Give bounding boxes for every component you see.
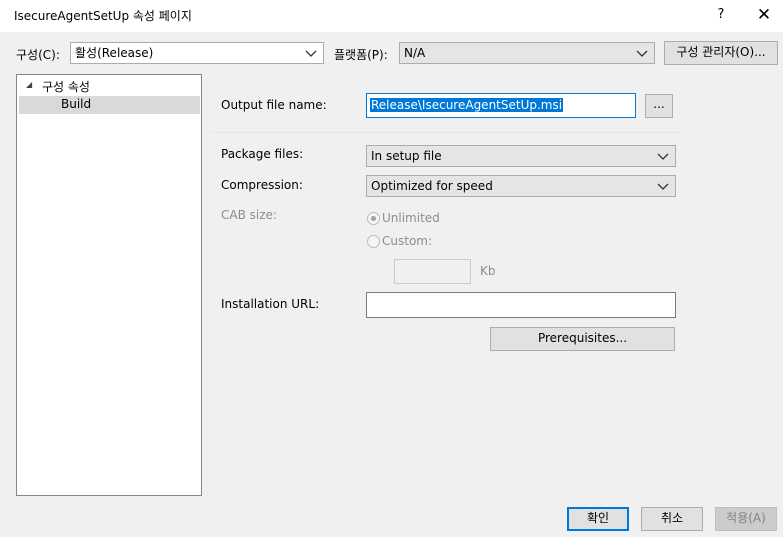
ok-button[interactable]: 확인 xyxy=(567,507,629,531)
section-divider xyxy=(210,132,682,133)
tree-selection-highlight xyxy=(19,96,200,114)
installation-url-label: Installation URL: xyxy=(221,297,320,311)
configuration-value: 활성(Release) xyxy=(75,46,154,60)
compression-value: Optimized for speed xyxy=(371,179,493,193)
installation-url-input[interactable] xyxy=(366,292,676,318)
custom-size-input[interactable] xyxy=(394,259,471,284)
platform-dropdown[interactable]: N/A xyxy=(399,42,655,64)
close-button[interactable]: ✕ xyxy=(752,3,776,27)
apply-button[interactable]: 적용(A) xyxy=(715,507,777,531)
chevron-down-icon xyxy=(657,183,669,190)
unlimited-label: Unlimited xyxy=(382,211,440,225)
output-file-name-input[interactable]: Release\IsecureAgentSetUp.msi xyxy=(366,93,636,118)
package-files-dropdown[interactable]: In setup file xyxy=(366,145,676,167)
tree-item-configuration-properties[interactable]: 구성 속성 xyxy=(42,78,90,95)
property-tree: ◢ 구성 속성 Build xyxy=(16,74,202,496)
custom-radio[interactable] xyxy=(367,235,380,248)
window-title: IsecureAgentSetUp 속성 페이지 xyxy=(14,9,192,23)
chevron-down-icon xyxy=(657,153,669,160)
configuration-label: 구성(C): xyxy=(16,48,60,62)
tree-item-build[interactable]: Build xyxy=(61,97,91,111)
configuration-manager-button[interactable]: 구성 관리자(O)... xyxy=(664,41,778,65)
unlimited-radio[interactable] xyxy=(367,212,380,225)
cancel-button[interactable]: 취소 xyxy=(641,507,703,531)
package-files-label: Package files: xyxy=(221,147,304,161)
kb-unit-label: Kb xyxy=(480,264,496,278)
cab-size-label: CAB size: xyxy=(221,208,277,222)
output-file-name-label: Output file name: xyxy=(221,98,327,112)
browse-button[interactable]: ... xyxy=(645,94,673,118)
package-files-value: In setup file xyxy=(371,149,442,163)
configuration-dropdown[interactable]: 활성(Release) xyxy=(70,42,324,64)
compression-dropdown[interactable]: Optimized for speed xyxy=(366,175,676,197)
custom-label: Custom: xyxy=(382,234,433,248)
platform-value: N/A xyxy=(404,46,426,60)
chevron-down-icon xyxy=(636,50,648,57)
prerequisites-button[interactable]: Prerequisites... xyxy=(490,327,675,351)
output-file-name-value: Release\IsecureAgentSetUp.msi xyxy=(370,98,564,112)
compression-label: Compression: xyxy=(221,178,303,192)
chevron-down-icon xyxy=(305,50,317,57)
expand-triangle-icon[interactable]: ◢ xyxy=(26,80,32,89)
platform-label: 플랫폼(P): xyxy=(334,48,388,62)
help-button[interactable]: ? xyxy=(709,3,733,27)
